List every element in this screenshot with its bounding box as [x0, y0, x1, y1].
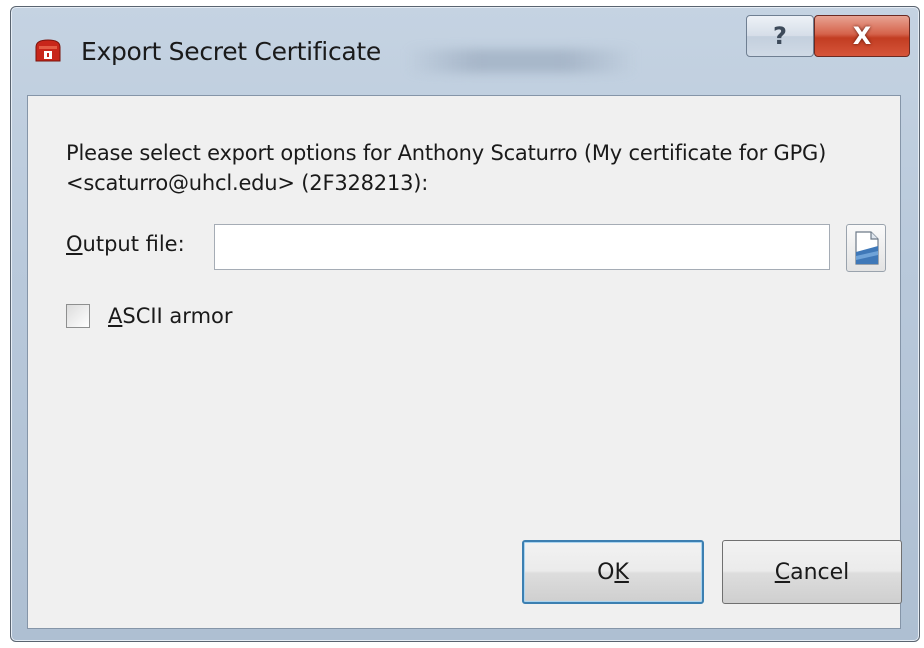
ascii-armor-label-text: SCII armor: [122, 304, 233, 328]
output-file-label-text: utput file:: [82, 232, 185, 256]
help-button[interactable]: ?: [746, 15, 814, 57]
ok-label-text: O: [597, 559, 615, 585]
ok-mnemonic: K: [614, 559, 629, 585]
output-file-mnemonic: O: [66, 232, 83, 256]
output-file-input[interactable]: [214, 224, 830, 270]
help-icon: ?: [773, 22, 787, 50]
cancel-mnemonic: C: [774, 559, 791, 585]
title-bar-blur: [406, 49, 636, 73]
gpg-app-icon: [35, 39, 61, 62]
close-button[interactable]: X: [814, 15, 910, 57]
ok-button-label: OK: [597, 560, 629, 585]
title-bar[interactable]: Export Secret Certificate ? X: [11, 7, 919, 87]
ok-button[interactable]: OK: [522, 540, 704, 604]
ascii-armor-checkbox[interactable]: [66, 304, 90, 328]
open-file-icon: [855, 231, 879, 265]
cancel-button-label: Cancel: [775, 560, 850, 585]
export-prompt: Please select export options for Anthony…: [66, 141, 827, 195]
export-secret-certificate-dialog: Export Secret Certificate ? X Please sel…: [10, 6, 920, 642]
cancel-label-text: ancel: [790, 559, 850, 585]
close-icon: X: [852, 22, 872, 50]
dialog-body: Please select export options for Anthony…: [27, 95, 902, 629]
ascii-armor-label: ASCII armor: [108, 304, 233, 328]
ascii-armor-mnemonic: A: [108, 304, 123, 328]
browse-file-button[interactable]: [846, 224, 886, 272]
ascii-armor-option[interactable]: ASCII armor: [66, 304, 233, 328]
cancel-button[interactable]: Cancel: [722, 540, 902, 604]
output-file-label: Output file:: [66, 232, 185, 256]
window-title: Export Secret Certificate: [81, 37, 381, 66]
